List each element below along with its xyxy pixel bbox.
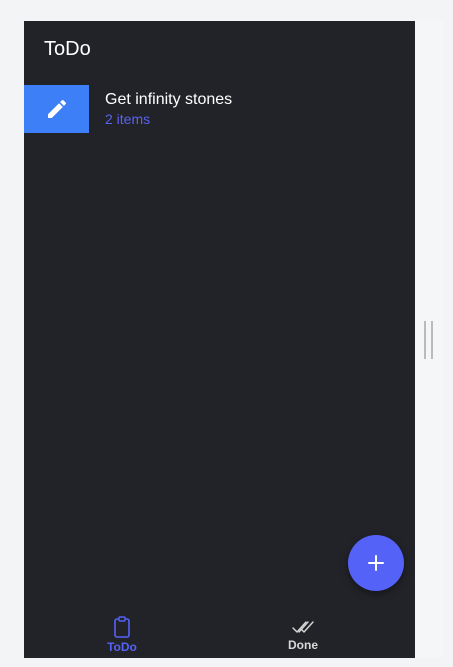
todo-item-title: Get infinity stones: [105, 91, 233, 108]
todo-list-item[interactable]: Get infinity stones 2 items: [24, 85, 415, 133]
tab-todo-label: ToDo: [107, 639, 137, 654]
tab-done-label: Done: [288, 637, 318, 652]
tab-done[interactable]: Done: [205, 606, 401, 658]
add-todo-button[interactable]: [348, 535, 404, 591]
plus-icon: [368, 555, 384, 571]
resize-handle[interactable]: [424, 321, 433, 359]
edit-button[interactable]: [24, 85, 89, 133]
todo-item-count: 2 items: [105, 111, 151, 127]
bottom-navigation: ToDo Done: [24, 601, 415, 658]
double-check-icon: [292, 620, 314, 633]
app-title: ToDo: [44, 38, 91, 60]
tab-todo[interactable]: ToDo: [24, 606, 220, 658]
clipboard-icon: [114, 615, 130, 638]
app-window: ToDo Get infinity stones 2 items ToDo Do…: [24, 21, 415, 658]
pencil-icon: [47, 99, 66, 118]
